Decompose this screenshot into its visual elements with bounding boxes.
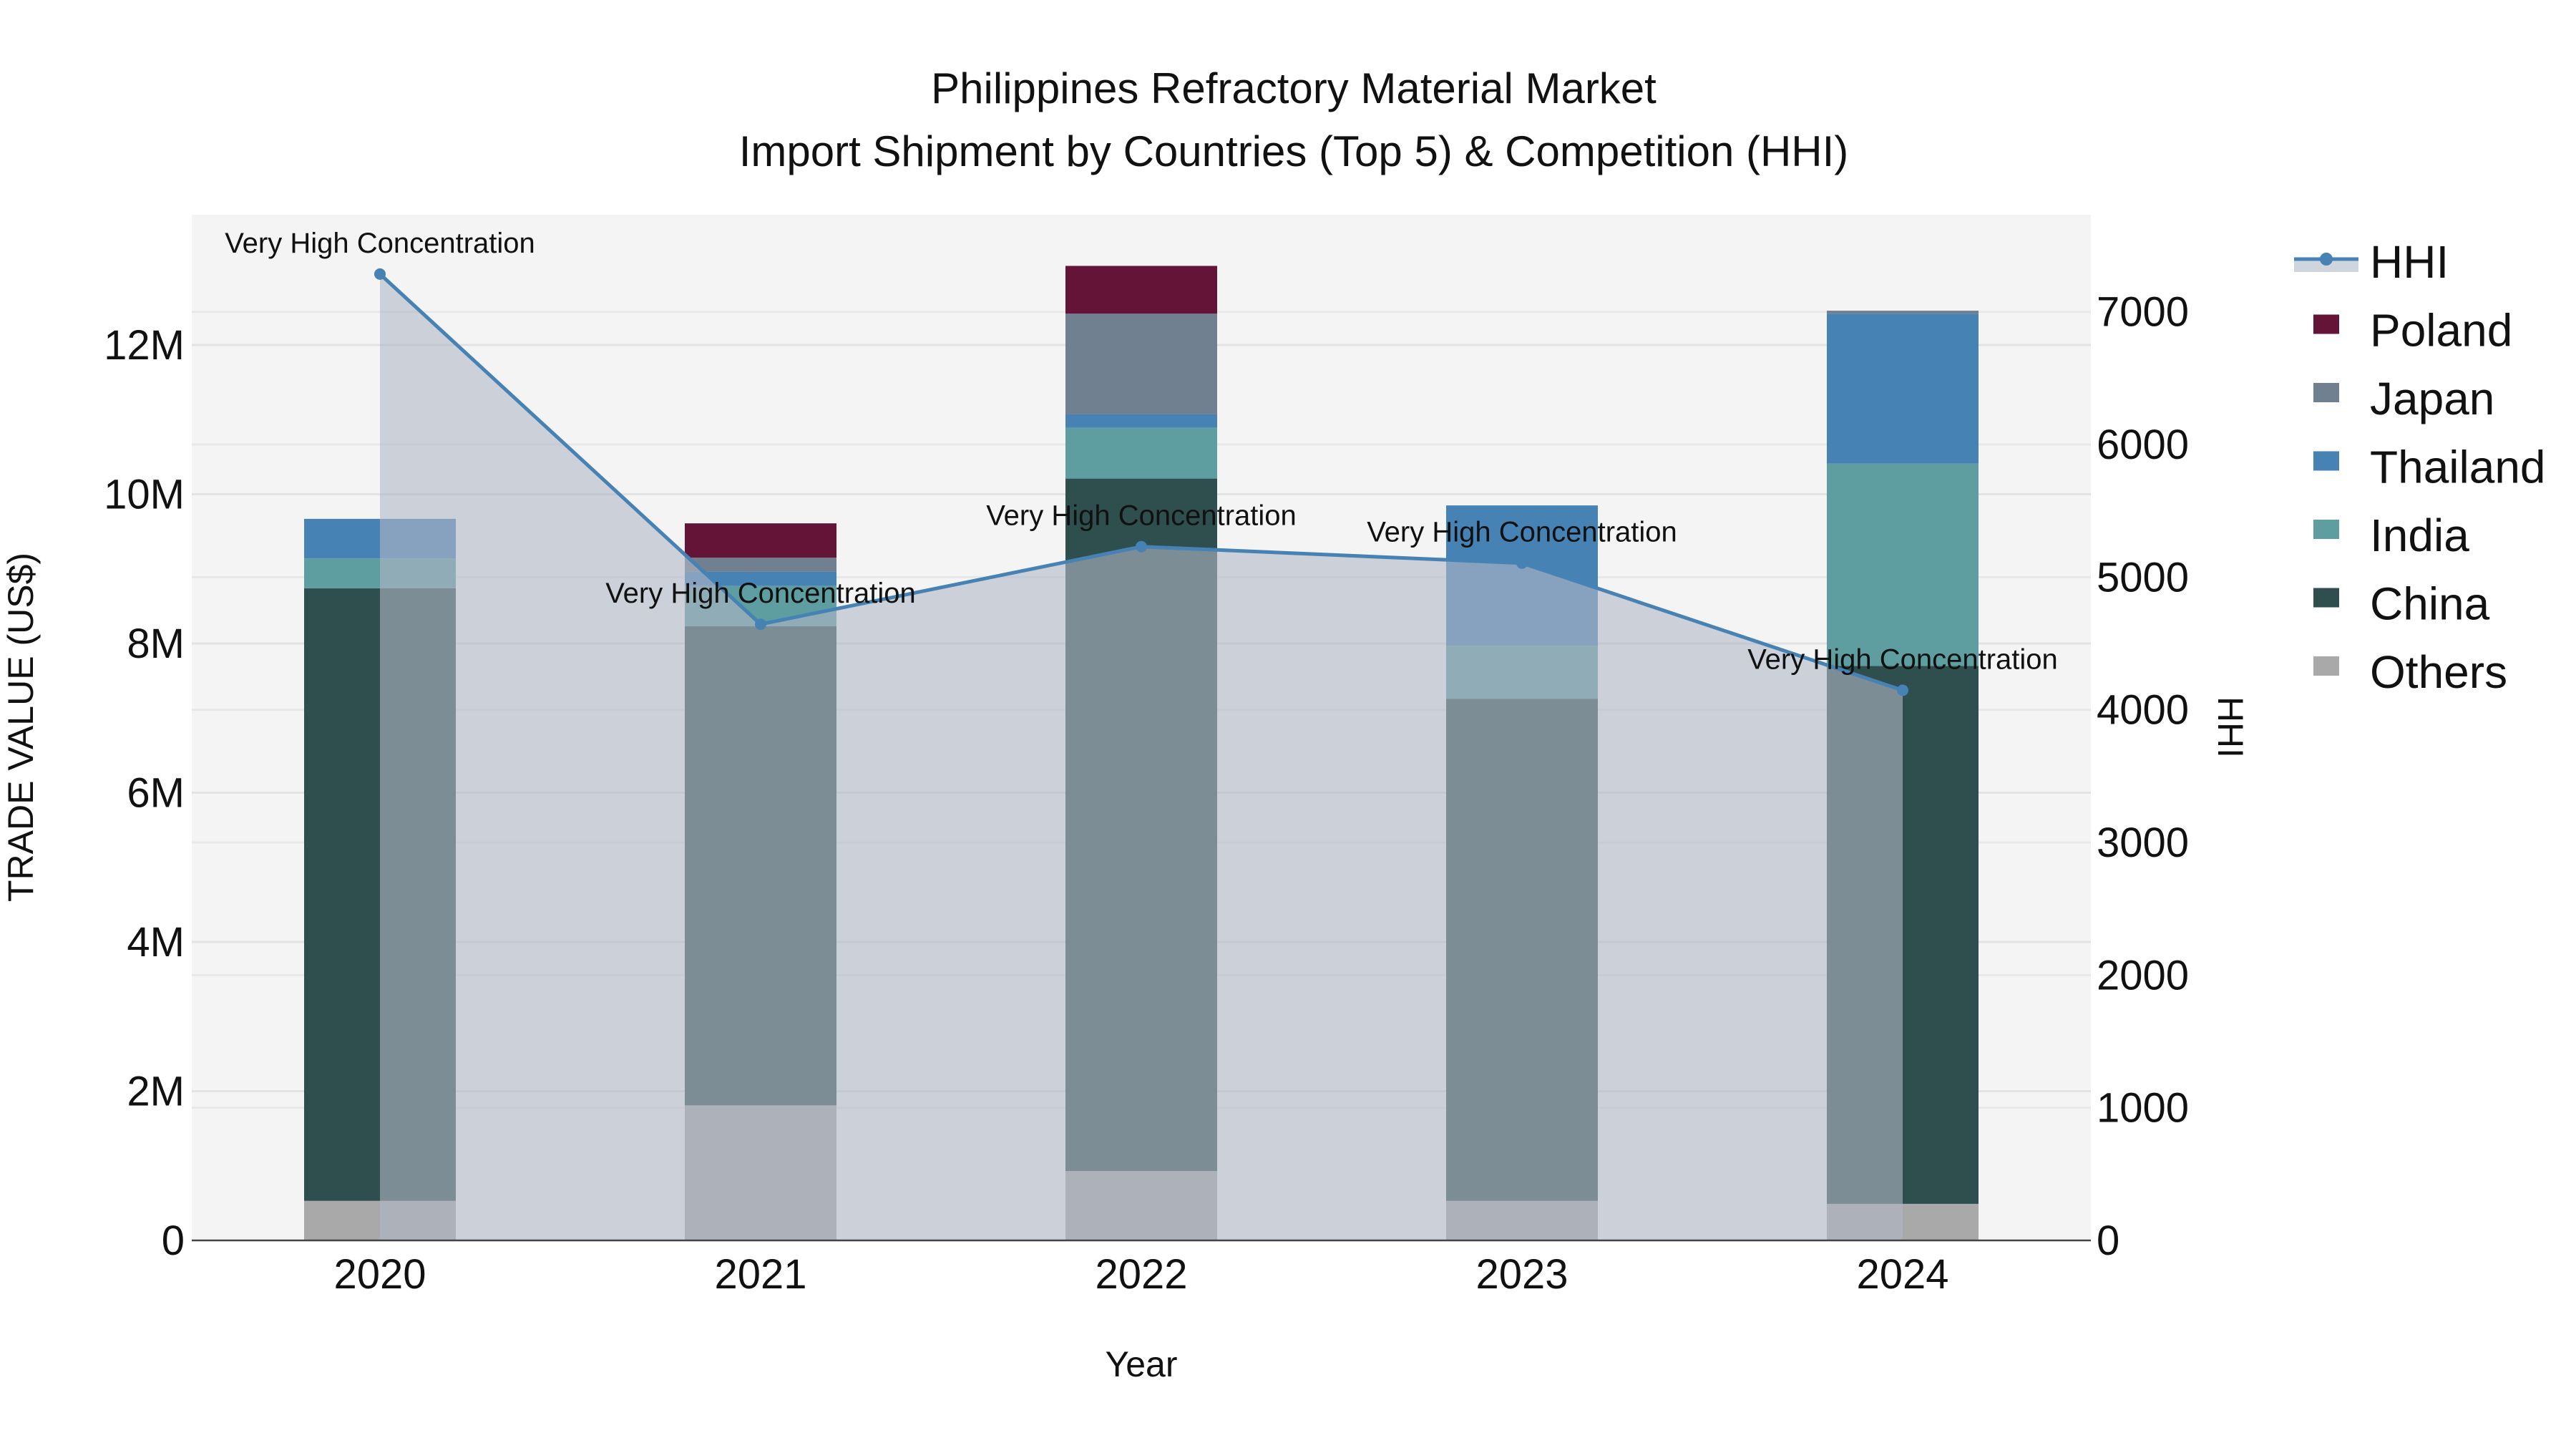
x-axis-title: Year <box>1105 1344 1177 1384</box>
hhi-annotation: Very High Concentration <box>1747 643 2058 675</box>
hhi-annotation: Very High Concentration <box>1367 517 1677 548</box>
chart-title-line2: Import Shipment by Countries (Top 5) & C… <box>739 127 1849 175</box>
legend-label-india: India <box>2370 510 2469 561</box>
legend-swatch-china <box>2313 588 2339 608</box>
chart-title-line1: Philippines Refractory Material Market <box>931 64 1657 112</box>
x-tick-label: 2022 <box>1095 1251 1187 1298</box>
hhi-annotation: Very High Concentration <box>605 578 916 609</box>
y-tick-label: 12M <box>104 322 185 369</box>
hhi-annotation: Very High Concentration <box>986 500 1297 532</box>
bar-poland-2021 <box>685 523 836 558</box>
legend-label-hhi: HHI <box>2370 236 2449 288</box>
legend-label-thailand: Thailand <box>2370 442 2546 493</box>
y2-axis-title: HHI <box>2210 696 2250 758</box>
legend-swatch-others <box>2313 656 2339 676</box>
bar-thailand-2022 <box>1065 414 1217 428</box>
legend-label-others: Others <box>2370 646 2507 698</box>
hhi-point-2020 <box>374 268 386 280</box>
y2-tick-label: 5000 <box>2097 554 2189 601</box>
y2-tick-label: 4000 <box>2097 687 2189 734</box>
x-tick-label: 2024 <box>1856 1251 1948 1298</box>
legend-swatch-india <box>2313 520 2339 539</box>
legend-symbol-hhi-marker <box>2320 253 2333 266</box>
y-tick-label: 4M <box>127 919 185 966</box>
legend: HHI Poland Japan Thailand India China Others <box>2294 236 2546 698</box>
bar-poland-2022 <box>1065 266 1217 314</box>
y-axis-title: TRADE VALUE (US$) <box>1 553 41 902</box>
bar-japan-2022 <box>1065 314 1217 414</box>
bar-japan-2021 <box>685 558 836 572</box>
chart: Very High Concentration Very High Concent… <box>1 64 2546 1384</box>
y2-tick-label: 0 <box>2097 1218 2119 1264</box>
y2-tick-label: 2000 <box>2097 952 2189 998</box>
hhi-point-2021 <box>755 618 766 631</box>
hhi-annotation: Very High Concentration <box>225 228 535 259</box>
y-tick-label: 2M <box>127 1069 185 1115</box>
y-tick-label: 0 <box>162 1218 185 1264</box>
legend-swatch-poland <box>2313 314 2339 334</box>
bar-india-2022 <box>1065 427 1217 479</box>
hhi-point-2024 <box>1897 684 1908 696</box>
y2-tick-label: 7000 <box>2097 289 2189 336</box>
x-tick-label: 2023 <box>1475 1251 1568 1298</box>
x-tick-label: 2020 <box>333 1251 426 1298</box>
hhi-point-2023 <box>1516 557 1528 569</box>
y2-tick-label: 3000 <box>2097 820 2189 866</box>
bar-japan-2024 <box>1827 311 1979 314</box>
y2-tick-label: 1000 <box>2097 1085 2189 1132</box>
hhi-point-2022 <box>1136 540 1147 553</box>
x-tick-label: 2021 <box>714 1251 806 1298</box>
bar-india-2024 <box>1827 463 1979 666</box>
legend-label-china: China <box>2370 578 2490 630</box>
legend-label-japan: Japan <box>2370 373 2494 424</box>
legend-label-poland: Poland <box>2370 305 2512 356</box>
bar-thailand-2024 <box>1827 314 1979 464</box>
y-tick-label: 10M <box>104 472 185 518</box>
legend-swatch-japan <box>2313 383 2339 402</box>
y-tick-label: 6M <box>127 770 185 817</box>
y-tick-label: 8M <box>127 621 185 667</box>
legend-swatch-thailand <box>2313 451 2339 471</box>
y2-tick-label: 6000 <box>2097 422 2189 468</box>
